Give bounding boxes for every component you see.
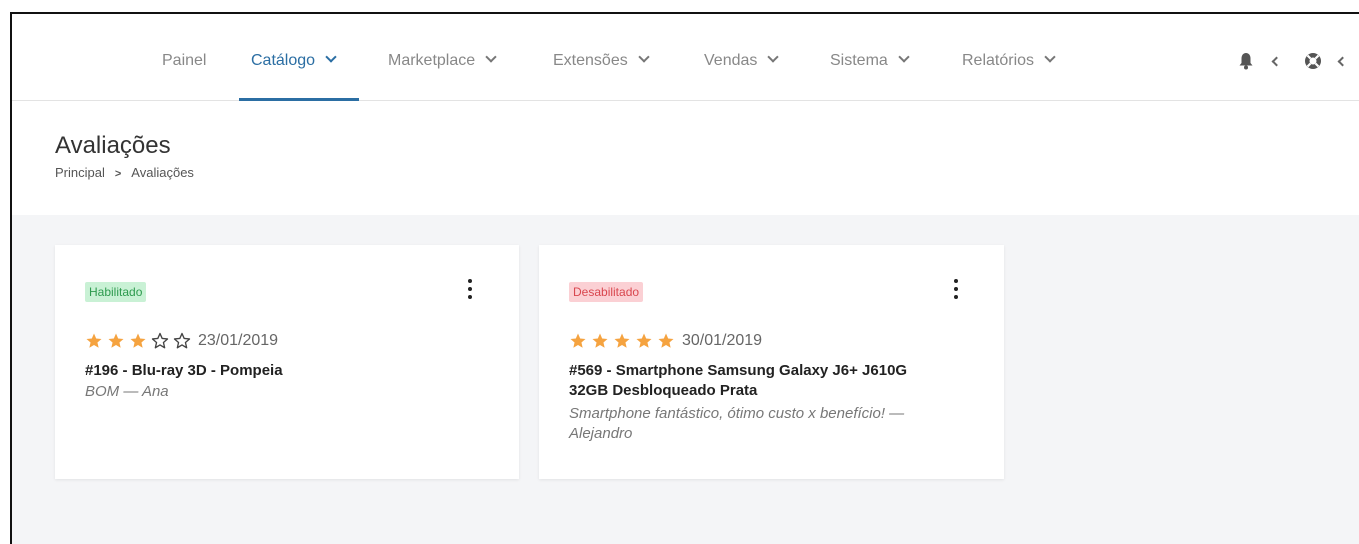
chevron-left-icon[interactable]: [1271, 56, 1282, 67]
breadcrumb: Principal > Avaliações: [55, 165, 194, 180]
reviews-content: Habilitado 23/01/2019 #196 - Blu-ray 3D …: [12, 215, 1359, 544]
status-badge: Desabilitado: [569, 282, 644, 302]
chevron-down-icon: [898, 51, 910, 63]
nav-label: Marketplace: [388, 52, 476, 69]
product-title-line: #196 - Blu-ray 3D - Pompeia: [85, 362, 283, 379]
chevron-down-icon: [767, 51, 780, 63]
nav-sistema[interactable]: Sistema: [830, 14, 910, 100]
status-badge: Habilitado: [85, 282, 147, 302]
star-filled-icon: [570, 333, 586, 348]
star-filled-icon: [86, 333, 102, 348]
bell-icon[interactable]: [1238, 52, 1254, 70]
page-title: Avaliações: [55, 132, 171, 159]
star-empty-icon: [151, 332, 169, 349]
star-filled-icon: [658, 333, 674, 348]
review-text: BOM — Ana: [85, 382, 169, 402]
star-filled-icon: [130, 333, 146, 348]
rating-row: 23/01/2019: [85, 330, 278, 352]
product-title[interactable]: #569 - Smartphone Samsung Galaxy J6+ J61…: [569, 361, 907, 401]
nav-extensoes[interactable]: Extensões: [553, 14, 650, 100]
nav-label: Extensões: [553, 52, 628, 69]
review-text-line: Alejandro: [569, 425, 633, 442]
nav-catalogo[interactable]: Catálogo: [251, 14, 337, 100]
nav-label: Vendas: [704, 52, 758, 69]
nav-painel[interactable]: Painel: [162, 14, 206, 100]
nav-relatorios[interactable]: Relatórios: [962, 14, 1056, 100]
star-empty-icon: [173, 332, 191, 349]
nav-label: Painel: [162, 52, 207, 69]
star-rating: [85, 332, 195, 350]
review-date: 23/01/2019: [198, 332, 279, 349]
review-card: Desabilitado 30/01/2019 #569 - Smartphon…: [539, 245, 1004, 479]
nav-label: Sistema: [830, 52, 888, 69]
nav-label: Relatórios: [962, 52, 1035, 69]
star-rating: [569, 332, 679, 350]
nav-label: Catálogo: [251, 52, 316, 69]
chevron-down-icon: [1044, 51, 1056, 63]
star-filled-icon: [614, 333, 630, 348]
nav-marketplace[interactable]: Marketplace: [388, 14, 497, 100]
review-text-line: Smartphone fantástico, ótimo custo x ben…: [569, 405, 905, 422]
chevron-down-icon: [485, 51, 497, 63]
chevron-right-icon: >: [114, 168, 122, 180]
star-filled-icon: [108, 333, 124, 348]
product-title-line: #569 - Smartphone Samsung Galaxy J6+ J61…: [569, 362, 908, 379]
review-card: Habilitado 23/01/2019 #196 - Blu-ray 3D …: [55, 245, 519, 479]
top-navigation: Painel Catálogo Marketplace Extensões Ve…: [12, 14, 1359, 101]
lifebuoy-icon[interactable]: [1304, 52, 1322, 70]
product-title-line: 32GB Desbloqueado Prata: [569, 382, 758, 399]
chevron-down-icon: [638, 51, 650, 63]
review-date: 30/01/2019: [682, 332, 763, 349]
nav-vendas[interactable]: Vendas: [704, 14, 780, 100]
star-filled-icon: [636, 333, 652, 348]
kebab-menu-icon[interactable]: [953, 279, 959, 303]
page-header: Avaliações Principal > Avaliações: [12, 101, 1359, 215]
breadcrumb-home[interactable]: Principal: [55, 165, 105, 180]
review-text: Smartphone fantástico, ótimo custo x ben…: [569, 404, 904, 444]
chevron-down-icon: [325, 51, 337, 63]
star-filled-icon: [592, 333, 608, 348]
product-title[interactable]: #196 - Blu-ray 3D - Pompeia: [85, 361, 283, 381]
rating-row: 30/01/2019: [569, 330, 762, 352]
review-text-line: BOM — Ana: [85, 383, 169, 400]
chevron-left-icon[interactable]: [1337, 56, 1348, 67]
app-window: Painel Catálogo Marketplace Extensões Ve…: [10, 12, 1359, 544]
kebab-menu-icon[interactable]: [467, 279, 473, 303]
breadcrumb-current: Avaliações: [131, 165, 194, 180]
